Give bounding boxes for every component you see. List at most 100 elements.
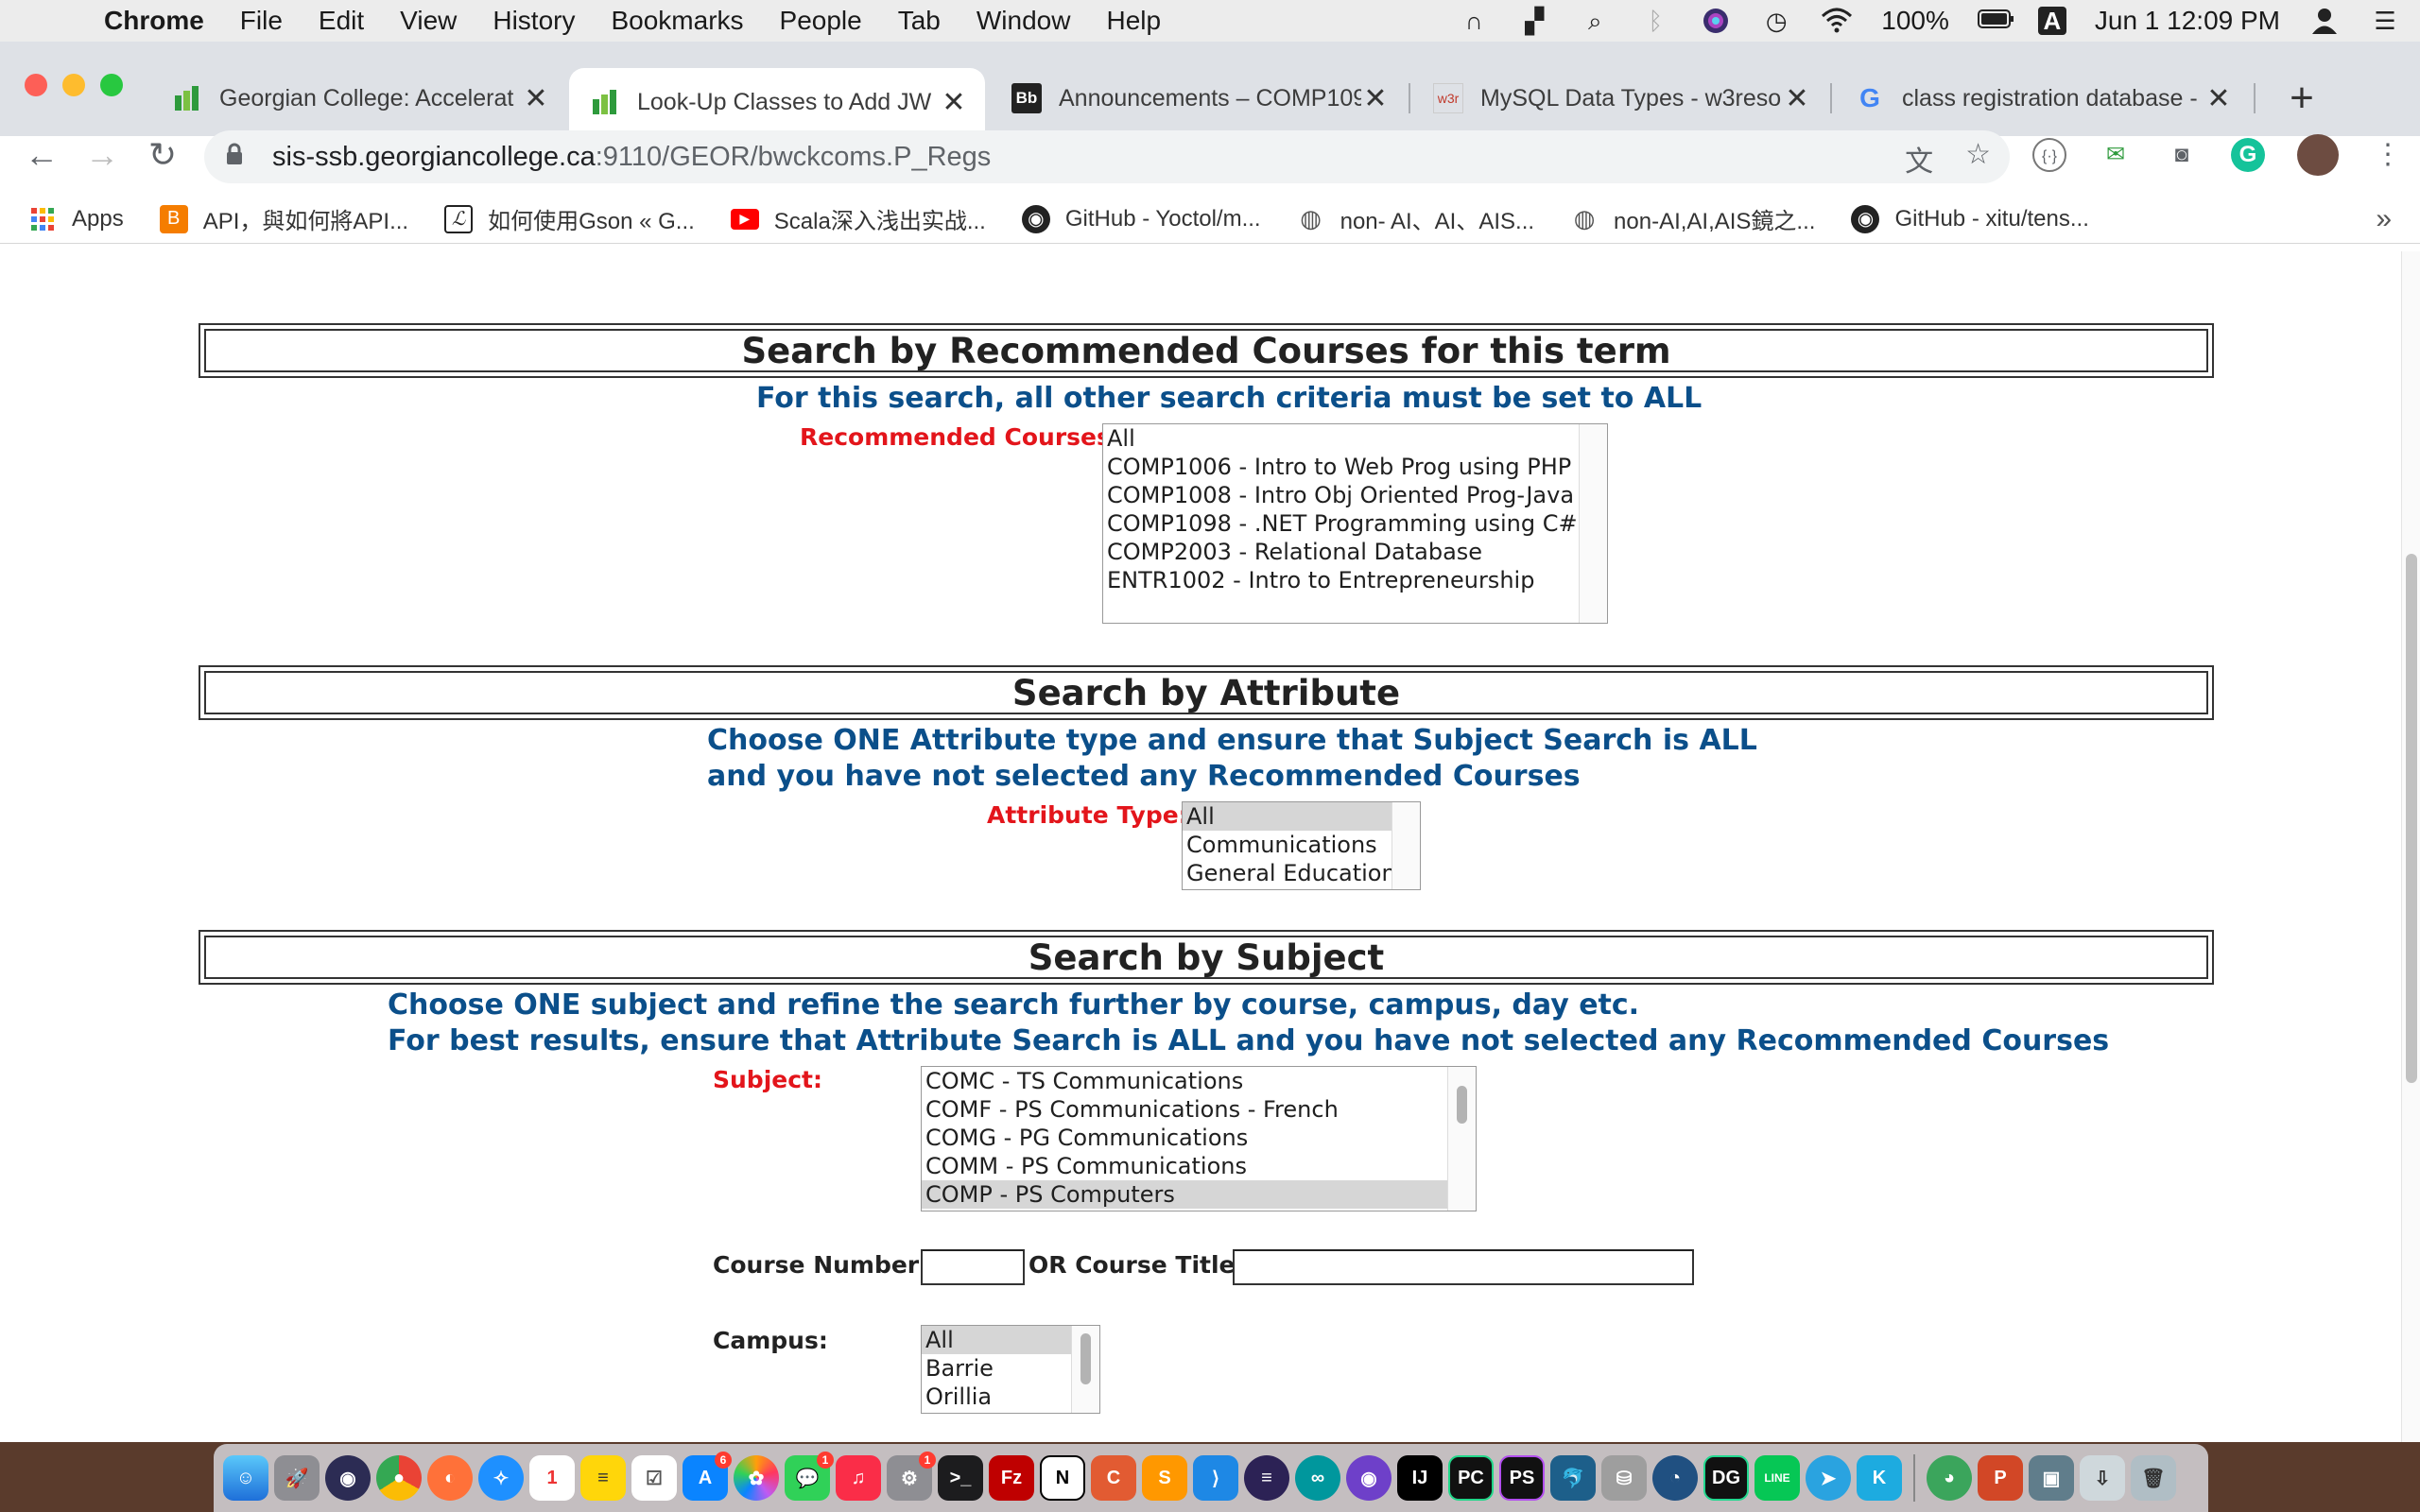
wifi-icon[interactable] xyxy=(1821,7,1853,35)
menu-help[interactable]: Help xyxy=(1106,6,1161,36)
bluetooth-icon[interactable]: ᛒ xyxy=(1639,7,1671,35)
select-option[interactable]: COMC - TS Communications xyxy=(922,1067,1476,1095)
phpstorm-icon[interactable]: PS xyxy=(1499,1455,1545,1501)
menu-people[interactable]: People xyxy=(780,6,862,36)
tab-look-up-classes[interactable]: Look-Up Classes to Add JW ✕ xyxy=(569,68,985,136)
sublime-icon[interactable]: S xyxy=(1142,1455,1187,1501)
minimize-window-button[interactable] xyxy=(62,74,85,96)
telegram-icon[interactable]: ➤ xyxy=(1806,1455,1851,1501)
menu-edit[interactable]: Edit xyxy=(319,6,364,36)
page-scrollbar[interactable] xyxy=(2401,251,2420,1442)
intellij-icon[interactable]: IJ xyxy=(1397,1455,1443,1501)
preview-icon[interactable]: ◕ xyxy=(1927,1455,1972,1501)
finder-icon[interactable]: ☺ xyxy=(223,1455,268,1501)
page-scroll-thumb[interactable] xyxy=(2406,554,2417,1083)
database-icon[interactable]: ⛁ xyxy=(1601,1455,1647,1501)
listbox-scroll-thumb[interactable] xyxy=(1080,1333,1091,1384)
battery-icon[interactable] xyxy=(1977,7,2014,35)
listbox-scroll-thumb[interactable] xyxy=(1457,1086,1467,1124)
select-option[interactable]: COMP2003 - Relational Database xyxy=(1103,538,1607,566)
campus-select[interactable]: All Barrie Orillia xyxy=(921,1325,1100,1414)
user-account-icon[interactable] xyxy=(2308,7,2341,35)
menu-view[interactable]: View xyxy=(400,6,457,36)
reload-button[interactable]: ↻ xyxy=(140,132,185,178)
input-source-icon[interactable]: A xyxy=(2037,7,2066,35)
menubar-clock[interactable]: Jun 1 12:09 PM xyxy=(2095,6,2280,36)
select-option[interactable]: COMP1006 - Intro to Web Prog using PHP xyxy=(1103,453,1607,481)
calendar-icon[interactable]: 1 xyxy=(529,1455,575,1501)
system-preferences-icon[interactable]: ⚙ 1 xyxy=(887,1452,936,1501)
firefox-icon[interactable]: ◐ xyxy=(427,1455,473,1501)
pycharm-icon[interactable]: PC xyxy=(1448,1455,1494,1501)
time-machine-icon[interactable]: ◷ xyxy=(1760,7,1792,35)
listbox-scrollbar[interactable] xyxy=(1447,1067,1476,1211)
close-tab-icon[interactable]: ✕ xyxy=(1783,82,1811,115)
bookmark-scala[interactable]: ▶ Scala深入浅出实战... xyxy=(730,202,986,235)
line-icon[interactable]: LINE xyxy=(1754,1455,1800,1501)
tab-class-registration-search[interactable]: G class registration database - ✕ xyxy=(1834,68,2250,129)
close-window-button[interactable] xyxy=(25,74,47,96)
bookmark-gson[interactable]: ℒ 如何使用Gson « G... xyxy=(444,202,695,235)
menu-tab[interactable]: Tab xyxy=(898,6,941,36)
filezilla-icon[interactable]: Fz xyxy=(989,1455,1034,1501)
screenshot-icon[interactable]: ▣ xyxy=(2029,1455,2074,1501)
powerpoint-icon[interactable]: P xyxy=(1978,1455,2023,1501)
chrome-icon[interactable]: ● xyxy=(376,1455,422,1501)
arduino-icon[interactable]: ∞ xyxy=(1295,1455,1340,1501)
spotlight-search-icon[interactable]: ⌕ xyxy=(1579,7,1611,35)
select-option[interactable]: Communications xyxy=(1183,831,1420,859)
bookmark-non-ai-2[interactable]: ◍ non-AI,AI,AIS鏡之... xyxy=(1570,202,1816,235)
bookmark-api[interactable]: B API，與如何將API... xyxy=(159,202,408,235)
address-bar[interactable]: sis-ssb.georgiancollege.ca:9110/GEOR/bwc… xyxy=(204,130,2010,183)
tab-announcements[interactable]: Bb Announcements – COMP109 ✕ xyxy=(991,68,1407,129)
launchpad-icon[interactable]: 🚀 xyxy=(274,1455,320,1501)
siri-icon[interactable] xyxy=(1700,7,1732,35)
eclipse-icon[interactable]: ≡ xyxy=(1244,1455,1289,1501)
json-viewer-extension-icon[interactable]: {·} xyxy=(2032,138,2066,172)
close-tab-icon[interactable]: ✕ xyxy=(1361,82,1390,115)
translate-icon[interactable]: 文 xyxy=(1905,138,1933,180)
select-option[interactable]: COMP1008 - Intro Obj Oriented Prog-Java xyxy=(1103,481,1607,509)
menu-history[interactable]: History xyxy=(493,6,575,36)
menu-bookmarks[interactable]: Bookmarks xyxy=(611,6,743,36)
subject-select[interactable]: COMC - TS Communications COMF - PS Commu… xyxy=(921,1066,1477,1211)
chrome-menu-icon[interactable]: ⋮ xyxy=(2371,138,2405,172)
listbox-scrollbar[interactable] xyxy=(1579,424,1607,623)
profile-avatar[interactable] xyxy=(2297,134,2339,176)
trash-icon[interactable]: 🗑 xyxy=(2131,1455,2176,1501)
select-option[interactable]: COMP1098 - .NET Programming using C# xyxy=(1103,509,1607,538)
menu-window[interactable]: Window xyxy=(977,6,1071,36)
sourcetree-icon[interactable]: ◔ xyxy=(1652,1455,1698,1501)
mail-check-extension-icon[interactable]: ✉ xyxy=(2099,138,2133,172)
app-store-icon[interactable]: A6 xyxy=(683,1452,732,1501)
notes-icon[interactable]: ≡ xyxy=(580,1455,626,1501)
photos-icon[interactable]: ✿ xyxy=(734,1455,779,1501)
back-button[interactable]: ← xyxy=(19,132,64,178)
grammarly-extension-icon[interactable]: G xyxy=(2231,138,2265,172)
select-option[interactable]: ENTR1002 - Intro to Entrepreneurship xyxy=(1103,566,1607,594)
window-layout-icon[interactable]: ▞ xyxy=(1518,7,1550,35)
lock-icon[interactable] xyxy=(225,143,251,172)
select-option-selected[interactable]: All xyxy=(1183,802,1392,831)
terminal-icon[interactable]: >_ xyxy=(938,1455,983,1501)
safari-icon[interactable]: ✧ xyxy=(478,1455,524,1501)
menu-file[interactable]: File xyxy=(240,6,283,36)
close-tab-icon[interactable]: ✕ xyxy=(940,86,968,119)
notion-icon[interactable]: N xyxy=(1040,1455,1085,1501)
select-option[interactable]: All xyxy=(1103,424,1607,453)
tab-mysql-data-types[interactable]: w3r MySQL Data Types - w3reso ✕ xyxy=(1412,68,1828,129)
github-desktop-icon[interactable]: ◉ xyxy=(1346,1455,1392,1501)
forward-button[interactable]: → xyxy=(79,132,125,178)
listbox-scrollbar[interactable] xyxy=(1392,802,1420,889)
bookmark-star-icon[interactable]: ☆ xyxy=(1965,138,1991,180)
select-option[interactable]: COMG - PG Communications xyxy=(922,1124,1476,1152)
siri-icon[interactable]: ◉ xyxy=(325,1455,371,1501)
listbox-scrollbar[interactable] xyxy=(1071,1326,1099,1413)
mysql-workbench-icon[interactable]: 🐬 xyxy=(1550,1455,1596,1501)
vscode-icon[interactable]: ⟩ xyxy=(1193,1455,1238,1501)
notification-center-icon[interactable]: ☰ xyxy=(2369,7,2401,35)
recommended-courses-select[interactable]: All COMP1006 - Intro to Web Prog using P… xyxy=(1102,423,1608,624)
bookmarks-overflow-icon[interactable]: » xyxy=(2376,203,2392,235)
attribute-type-select[interactable]: All Communications General Education xyxy=(1182,801,1421,890)
messages-icon[interactable]: 💬 1 xyxy=(785,1452,834,1501)
